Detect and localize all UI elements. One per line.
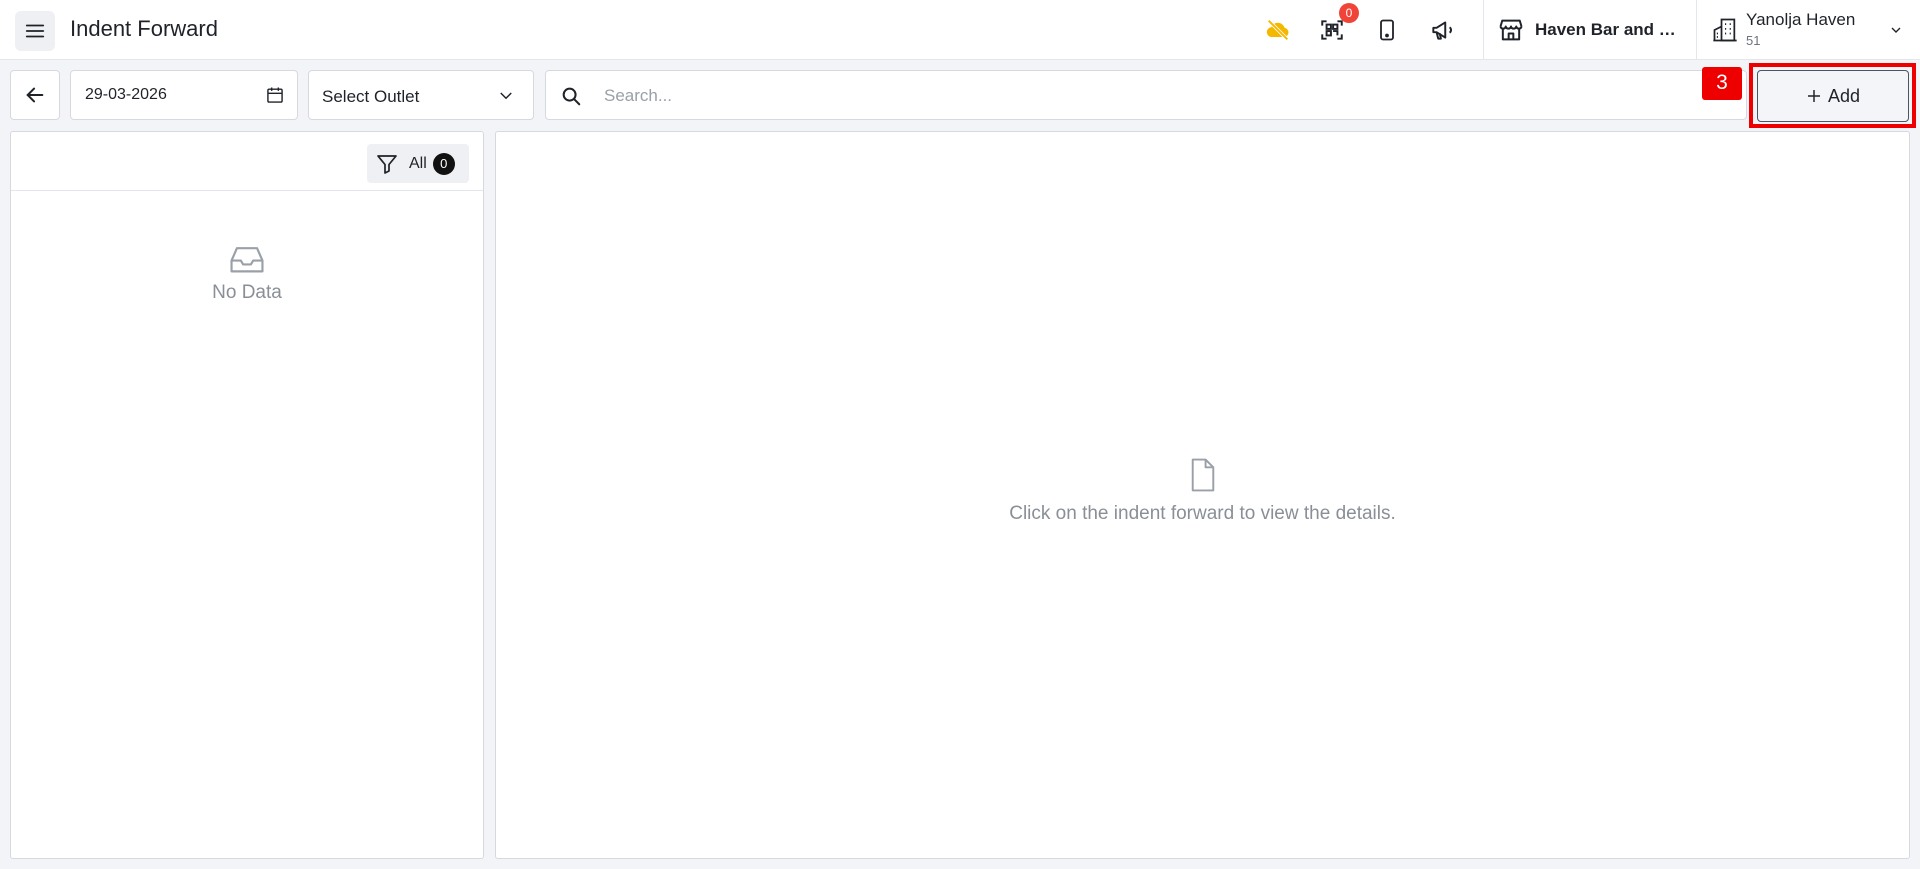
outlet-name: Haven Bar and R... <box>1535 20 1685 39</box>
filter-button[interactable]: All 0 <box>367 144 469 183</box>
search-input[interactable] <box>604 83 1704 109</box>
mobile-button[interactable] <box>1371 14 1403 46</box>
plus-icon <box>1807 90 1820 102</box>
filter-icon <box>377 154 397 174</box>
chevron-down-icon <box>500 92 512 100</box>
sync-status-button[interactable] <box>1262 14 1294 46</box>
outlet-switcher[interactable]: Haven Bar and R... <box>1497 0 1695 60</box>
list-header: All 0 <box>11 132 483 191</box>
qr-scan-icon <box>1321 20 1343 40</box>
store-icon <box>1499 19 1523 41</box>
search-icon <box>562 87 581 106</box>
megaphone-icon <box>1432 21 1452 40</box>
user-name: Yanolja Haven <box>1746 10 1856 29</box>
add-button[interactable]: Add <box>1757 70 1909 122</box>
top-header: Indent Forward 0 Haven Bar and R... Yano… <box>0 0 1920 60</box>
announcement-button[interactable] <box>1426 14 1458 46</box>
outlet-select[interactable]: Select Outlet <box>308 70 534 120</box>
user-id: 51 <box>1746 33 1761 48</box>
outlet-select-value: Select Outlet <box>322 87 420 106</box>
header-divider <box>1483 0 1484 60</box>
file-icon <box>1191 458 1214 492</box>
add-button-label: Add <box>1827 85 1861 106</box>
page-title: Indent Forward <box>70 16 218 41</box>
indent-list-panel: All 0 No Data <box>10 131 484 859</box>
empty-state: No Data <box>11 242 483 304</box>
inbox-icon <box>230 247 264 273</box>
filter-label: All <box>409 154 427 172</box>
qr-badge: 0 <box>1339 3 1359 23</box>
detail-empty-text: Click on the indent forward to view the … <box>1009 503 1396 524</box>
chevron-down-icon <box>1891 27 1901 33</box>
header-divider <box>1696 0 1697 60</box>
detail-empty-state: Click on the indent forward to view the … <box>496 457 1909 525</box>
filter-count-badge: 0 <box>432 152 455 175</box>
empty-state-text: No Data <box>212 282 282 303</box>
mobile-icon <box>1380 19 1394 41</box>
back-button[interactable] <box>10 70 60 120</box>
calendar-icon[interactable] <box>265 85 285 105</box>
menu-icon <box>25 24 45 38</box>
user-menu[interactable]: Yanolja Haven 51 <box>1708 0 1920 60</box>
arrow-left-icon <box>26 87 44 103</box>
date-value: 29-03-2026 <box>85 86 167 103</box>
date-picker[interactable]: 29-03-2026 <box>70 70 298 120</box>
building-icon <box>1713 18 1737 42</box>
search-box[interactable] <box>545 70 1747 120</box>
menu-button[interactable] <box>15 11 55 51</box>
cloud-off-icon <box>1266 19 1289 41</box>
detail-panel: Click on the indent forward to view the … <box>495 131 1910 859</box>
step-marker: 3 <box>1702 67 1742 100</box>
